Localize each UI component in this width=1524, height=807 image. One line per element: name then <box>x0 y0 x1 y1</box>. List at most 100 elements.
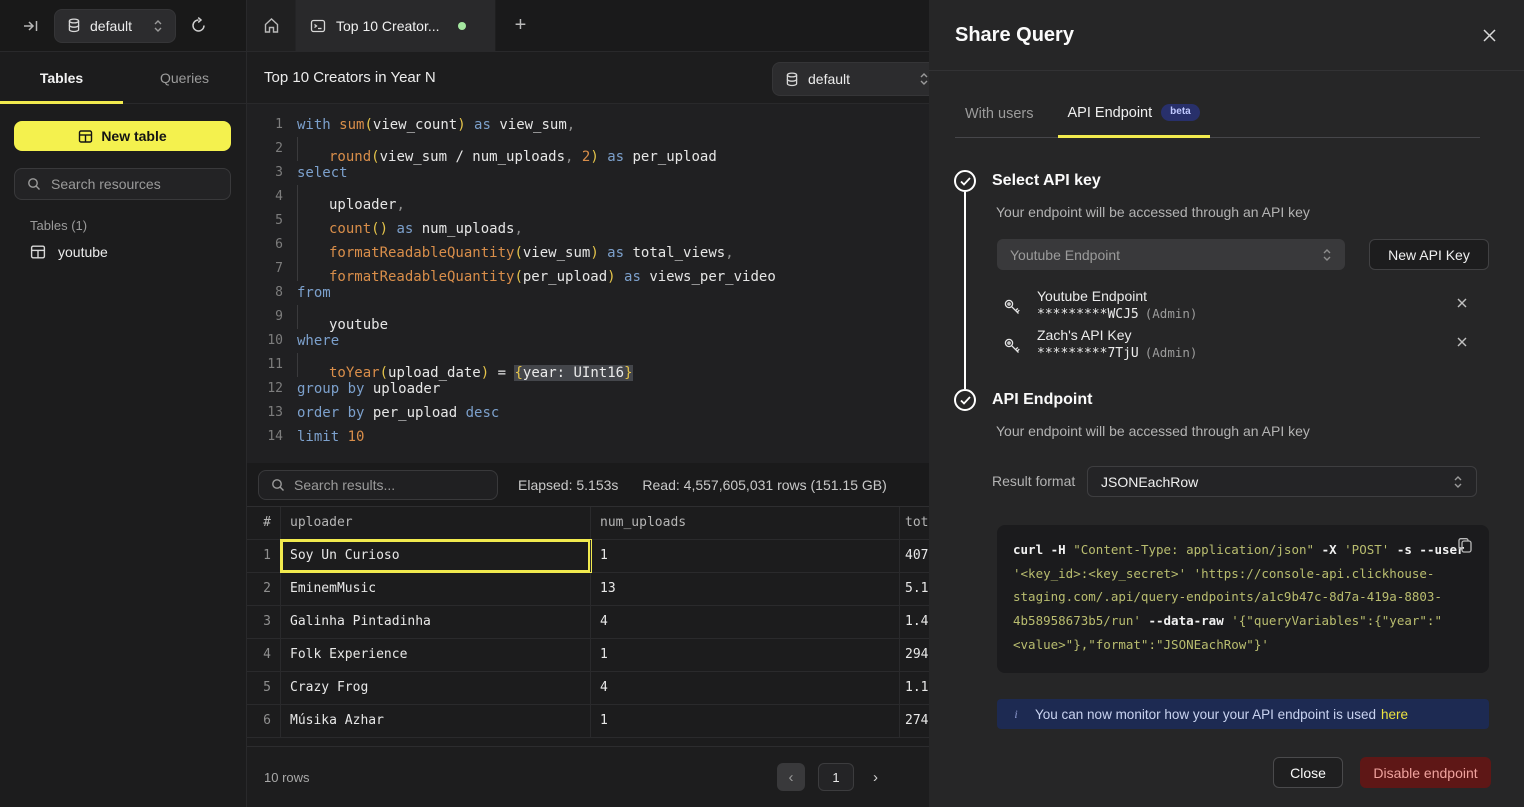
row-index[interactable]: 6 <box>247 705 281 737</box>
curl-command-text: curl -H "Content-Type: application/json"… <box>1013 542 1465 652</box>
next-page-button[interactable]: › <box>867 769 884 786</box>
column-header-uploader[interactable]: uploader <box>281 507 591 539</box>
sql-editor[interactable]: 1with sum(view_count) as view_sum,2round… <box>247 104 929 463</box>
line-number: 3 <box>257 161 283 185</box>
table-cell[interactable]: 1.4 <box>900 606 929 638</box>
table-row[interactable]: 3Galinha Pintadinha41.4 <box>247 606 929 639</box>
search-icon <box>27 177 41 191</box>
row-index[interactable]: 2 <box>247 573 281 605</box>
table-cell[interactable]: EminemMusic <box>281 573 591 605</box>
results-table: #uploadernum_uploadstot1Soy Un Curioso14… <box>247 506 929 747</box>
query-header: Top 10 Creators in Year N default <box>247 52 929 104</box>
step-2-description: Your endpoint will be accessed through a… <box>996 423 1310 439</box>
sidebar-tab-tables[interactable]: Tables <box>0 52 123 103</box>
table-cell[interactable]: 274 <box>900 705 929 737</box>
result-format-value: JSONEachRow <box>1101 474 1198 490</box>
column-header-index[interactable]: # <box>247 507 281 539</box>
code-line[interactable]: 4uploader, <box>257 185 929 209</box>
row-count: 10 rows <box>264 770 310 785</box>
table-cell[interactable]: 5.1 <box>900 573 929 605</box>
table-cell[interactable]: Galinha Pintadinha <box>281 606 591 638</box>
table-cell[interactable]: 13 <box>591 573 900 605</box>
table-cell[interactable]: 4 <box>591 606 900 638</box>
api-key-select[interactable]: Youtube Endpoint <box>997 239 1345 270</box>
copy-icon[interactable] <box>1457 537 1473 554</box>
new-api-key-button[interactable]: New API Key <box>1369 239 1489 270</box>
page-number[interactable]: 1 <box>818 763 854 791</box>
code-line[interactable]: 2round(view_sum / num_uploads, 2) as per… <box>257 137 929 161</box>
table-row[interactable]: 6Músika Azhar1274 <box>247 705 929 738</box>
code-line[interactable]: 6formatReadableQuantity(view_sum) as tot… <box>257 233 929 257</box>
sidebar-tab-queries[interactable]: Queries <box>123 52 246 103</box>
tab-api-endpoint[interactable]: API Endpointbeta <box>1058 94 1210 138</box>
line-number: 9 <box>257 305 283 329</box>
table-cell[interactable]: Soy Un Curioso <box>281 540 591 572</box>
table-row[interactable]: 4Folk Experience1294 <box>247 639 929 672</box>
table-cell[interactable]: 1 <box>591 705 900 737</box>
table-grid-icon <box>30 244 46 260</box>
disable-endpoint-button[interactable]: Disable endpoint <box>1360 757 1491 788</box>
tab-label: API Endpoint <box>1068 105 1153 121</box>
code-line[interactable]: 5count() as num_uploads, <box>257 209 929 233</box>
step-1-check-icon <box>954 170 976 192</box>
search-results-input[interactable]: Search results... <box>258 470 498 500</box>
code-line[interactable]: 11toYear(upload_date) = {year: UInt16} <box>257 353 929 377</box>
table-cell[interactable]: 407 <box>900 540 929 572</box>
table-row[interactable]: 2EminemMusic135.1 <box>247 573 929 606</box>
code-line[interactable]: 7formatReadableQuantity(per_upload) as v… <box>257 257 929 281</box>
search-results-placeholder: Search results... <box>294 477 395 493</box>
editor-database-value: default <box>808 71 850 87</box>
code-text: formatReadableQuantity(per_upload) as vi… <box>283 257 776 281</box>
table-row[interactable]: 1Soy Un Curioso1407 <box>247 540 929 573</box>
column-header-tot[interactable]: tot <box>900 507 929 539</box>
row-index[interactable]: 4 <box>247 639 281 671</box>
result-format-select[interactable]: JSONEachRow <box>1087 466 1477 497</box>
code-line[interactable]: 13order by per_upload desc <box>257 401 929 425</box>
remove-key-icon[interactable] <box>1457 337 1467 347</box>
top-bar-left: default <box>0 0 247 51</box>
table-header-row: #uploadernum_uploadstot <box>247 506 929 540</box>
sidebar-collapse-icon[interactable] <box>22 17 40 35</box>
table-cell[interactable]: Crazy Frog <box>281 672 591 704</box>
table-cell[interactable]: Folk Experience <box>281 639 591 671</box>
column-header-num_uploads[interactable]: num_uploads <box>591 507 900 539</box>
code-line[interactable]: 9youtube <box>257 305 929 329</box>
code-text: from <box>283 281 331 305</box>
tab-with-users[interactable]: With users <box>955 94 1044 138</box>
new-table-button[interactable]: New table <box>14 121 231 151</box>
row-index[interactable]: 1 <box>247 540 281 572</box>
row-index[interactable]: 3 <box>247 606 281 638</box>
chevron-updown-icon <box>153 19 163 33</box>
table-cell[interactable]: 1 <box>591 639 900 671</box>
banner-text: You can now monitor how your your API en… <box>1035 707 1376 722</box>
table-row[interactable]: 5Crazy Frog41.1 <box>247 672 929 705</box>
refresh-icon[interactable] <box>190 17 207 34</box>
code-line[interactable]: 1with sum(view_count) as view_sum, <box>257 113 929 137</box>
remove-key-icon[interactable] <box>1457 298 1467 308</box>
database-selector[interactable]: default <box>54 9 176 43</box>
table-cell[interactable]: 1.1 <box>900 672 929 704</box>
sidebar-item-youtube[interactable]: youtube <box>22 240 232 264</box>
table-cell[interactable]: 4 <box>591 672 900 704</box>
home-button[interactable] <box>247 0 296 51</box>
prev-page-button[interactable]: ‹ <box>777 763 805 791</box>
code-text: round(view_sum / num_uploads, 2) as per_… <box>283 137 717 161</box>
share-query-panel: Share Query With usersAPI Endpointbeta S… <box>929 0 1524 807</box>
line-number: 13 <box>257 401 283 425</box>
tab-top-10-creators[interactable]: Top 10 Creator... <box>296 0 496 51</box>
code-line[interactable]: 14limit 10 <box>257 425 929 449</box>
banner-link[interactable]: here <box>1381 707 1408 722</box>
row-index[interactable]: 5 <box>247 672 281 704</box>
table-cell[interactable]: 1 <box>591 540 900 572</box>
line-number: 10 <box>257 329 283 353</box>
search-resources-input[interactable]: Search resources <box>14 168 231 200</box>
terminal-icon <box>310 18 326 34</box>
stepper-line <box>964 192 966 389</box>
table-cell[interactable]: 294 <box>900 639 929 671</box>
close-button[interactable]: Close <box>1273 757 1343 788</box>
close-panel-icon[interactable] <box>1482 28 1497 43</box>
table-cell[interactable]: Músika Azhar <box>281 705 591 737</box>
info-icon: i <box>997 707 1035 722</box>
new-tab-button[interactable]: + <box>496 0 545 51</box>
editor-database-selector[interactable]: default <box>772 62 929 96</box>
